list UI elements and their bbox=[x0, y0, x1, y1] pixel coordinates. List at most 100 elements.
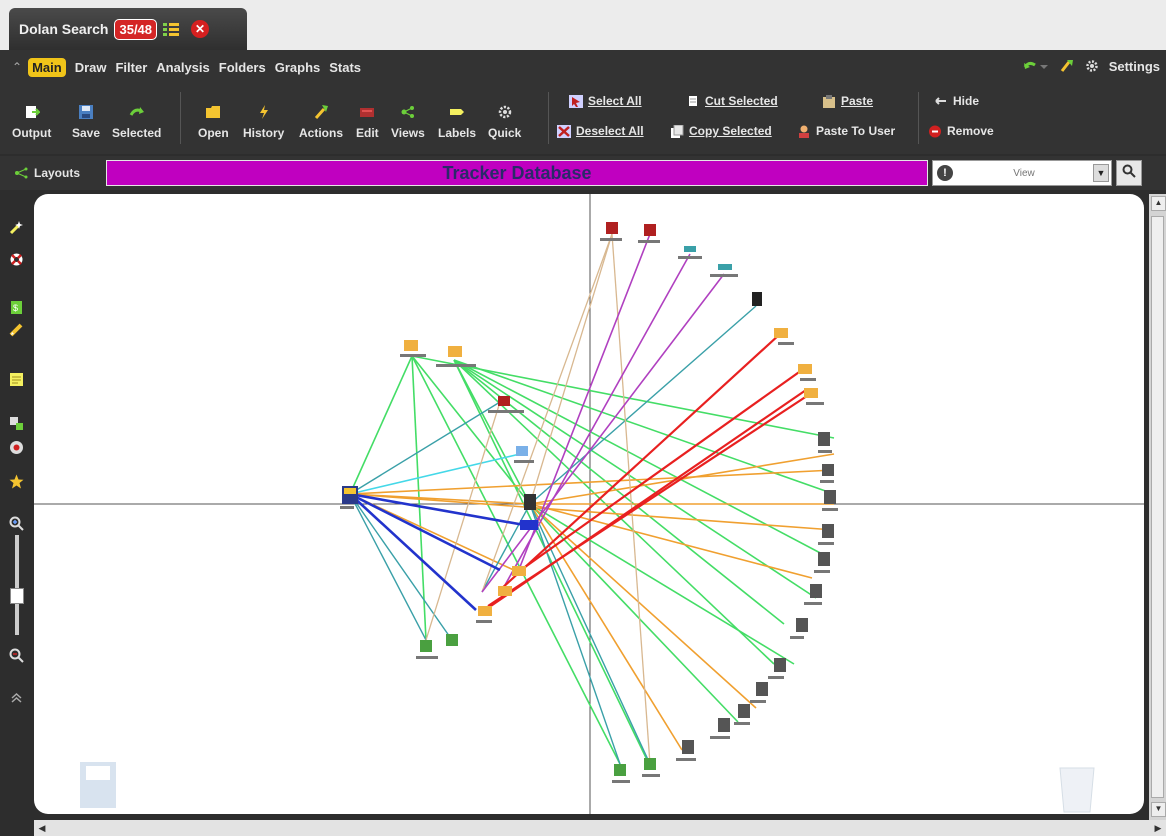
document-icon[interactable]: $ bbox=[9, 300, 24, 315]
scroll-up-icon[interactable]: ▲ bbox=[1151, 196, 1166, 211]
lifebuoy-icon[interactable] bbox=[9, 252, 24, 267]
svg-text:$: $ bbox=[13, 303, 18, 313]
account-node-icon[interactable] bbox=[614, 764, 626, 776]
menu-main[interactable]: Main bbox=[28, 57, 66, 77]
vehicle-node-icon[interactable] bbox=[684, 246, 696, 252]
save-label: Save bbox=[72, 126, 101, 140]
labels-label: Labels bbox=[438, 126, 477, 140]
zoom-slider-track[interactable] bbox=[15, 535, 19, 635]
menu-stats[interactable]: Stats bbox=[329, 60, 361, 75]
output-button[interactable]: Output bbox=[12, 104, 51, 140]
zoom-slider-handle[interactable] bbox=[10, 588, 24, 604]
double-chevron-up-icon[interactable] bbox=[9, 690, 24, 705]
menu-draw[interactable]: Draw bbox=[75, 60, 107, 75]
building-node-icon[interactable] bbox=[498, 396, 510, 406]
output-label: Output bbox=[12, 126, 52, 140]
pencil-icon[interactable] bbox=[9, 322, 24, 337]
link-graph[interactable] bbox=[34, 194, 1144, 814]
organisation-node-icon[interactable] bbox=[512, 566, 526, 576]
scroll-down-icon[interactable]: ▼ bbox=[1151, 802, 1166, 817]
person-nodes[interactable] bbox=[682, 432, 836, 754]
main-menu-bar: ⌃ Main Draw Filter Analysis Folders Grap… bbox=[0, 50, 1166, 84]
app-tab[interactable]: Dolan Search 35/48 ✕ bbox=[9, 8, 247, 50]
organisation-node-icon[interactable] bbox=[498, 586, 512, 596]
phone-node-icon[interactable] bbox=[752, 292, 762, 306]
hide-button[interactable]: Hide bbox=[934, 94, 979, 108]
star-icon[interactable] bbox=[9, 474, 24, 489]
redo-icon[interactable] bbox=[1059, 58, 1075, 74]
copy-selected-label: Copy Selected bbox=[689, 124, 772, 138]
email-node-icon[interactable] bbox=[516, 446, 528, 456]
organisation-node-icon[interactable] bbox=[404, 340, 418, 351]
menu-folders[interactable]: Folders bbox=[219, 60, 266, 75]
account-node-icon[interactable] bbox=[446, 634, 458, 646]
quick-button[interactable]: Quick bbox=[488, 104, 521, 140]
paste-button[interactable]: Paste bbox=[822, 94, 873, 108]
vertical-scrollbar[interactable]: ▲ ▼ bbox=[1149, 194, 1166, 820]
vertical-scroll-thumb[interactable] bbox=[1151, 216, 1164, 798]
save-icon bbox=[79, 105, 94, 119]
open-button[interactable]: Open bbox=[198, 104, 229, 140]
actions-button[interactable]: Actions bbox=[299, 104, 343, 140]
edit-button[interactable]: Edit bbox=[356, 104, 379, 140]
menu-filter[interactable]: Filter bbox=[115, 60, 147, 75]
scroll-left-icon[interactable]: ◀ bbox=[36, 822, 48, 834]
menu-analysis[interactable]: Analysis bbox=[156, 60, 209, 75]
select-all-icon bbox=[569, 94, 583, 108]
folder-node-icon[interactable] bbox=[520, 520, 538, 530]
list-icon[interactable] bbox=[163, 22, 180, 36]
copy-icon bbox=[671, 124, 684, 138]
history-button[interactable]: History bbox=[243, 104, 284, 140]
account-node-icon[interactable] bbox=[420, 640, 432, 652]
close-icon[interactable]: ✕ bbox=[191, 20, 210, 38]
settings-button[interactable]: Settings bbox=[1109, 59, 1160, 74]
paste-to-user-button[interactable]: Paste To User bbox=[797, 124, 895, 138]
collapse-icon[interactable]: ⌃ bbox=[12, 60, 22, 74]
view-selector[interactable]: ! ▼ bbox=[932, 160, 1112, 186]
graph-canvas[interactable] bbox=[34, 194, 1144, 814]
organisation-node-icon[interactable] bbox=[774, 328, 788, 338]
output-icon bbox=[25, 106, 40, 118]
menu-graphs[interactable]: Graphs bbox=[275, 60, 321, 75]
organisation-node-icon[interactable] bbox=[804, 388, 818, 398]
drop-save-icon[interactable] bbox=[80, 762, 116, 808]
undo-icon[interactable] bbox=[1023, 59, 1049, 73]
organisation-node-icon[interactable] bbox=[798, 364, 812, 374]
edit-icon bbox=[360, 108, 375, 117]
pin-icon[interactable] bbox=[9, 440, 24, 455]
trash-icon[interactable] bbox=[1059, 767, 1095, 813]
hide-label: Hide bbox=[953, 94, 980, 108]
views-button[interactable]: Views bbox=[391, 104, 425, 140]
chevron-down-icon[interactable]: ▼ bbox=[1093, 164, 1109, 182]
view-search-input[interactable] bbox=[957, 166, 1091, 180]
organisation-node-icon[interactable] bbox=[448, 346, 462, 357]
gear-icon[interactable] bbox=[1085, 59, 1099, 73]
resize-icon[interactable] bbox=[9, 416, 24, 431]
toolbar-divider bbox=[918, 92, 919, 144]
layouts-button[interactable]: Layouts bbox=[14, 166, 80, 180]
account-node-icon[interactable] bbox=[644, 758, 656, 770]
deselect-all-label: Deselect All bbox=[576, 124, 644, 138]
layouts-label: Layouts bbox=[34, 166, 81, 180]
remove-button[interactable]: Remove bbox=[928, 124, 994, 138]
document-node-icon[interactable] bbox=[524, 494, 536, 510]
copy-selected-button[interactable]: Copy Selected bbox=[670, 124, 772, 138]
cut-selected-button[interactable]: Cut Selected bbox=[686, 94, 778, 108]
organisation-node-icon[interactable] bbox=[478, 606, 492, 616]
cut-selected-label: Cut Selected bbox=[705, 94, 778, 108]
building-node-icon[interactable] bbox=[606, 222, 618, 234]
magic-wand-icon[interactable] bbox=[9, 220, 24, 235]
zoom-out-icon[interactable] bbox=[9, 648, 24, 663]
horizontal-scrollbar[interactable]: ◀ ▶ bbox=[34, 820, 1166, 836]
zoom-in-icon[interactable] bbox=[9, 516, 24, 531]
building-node-icon[interactable] bbox=[644, 224, 656, 236]
labels-button[interactable]: Labels bbox=[438, 104, 476, 140]
save-button[interactable]: Save bbox=[72, 104, 100, 140]
select-all-button[interactable]: Select All bbox=[569, 94, 642, 108]
deselect-all-button[interactable]: Deselect All bbox=[557, 124, 644, 138]
note-icon[interactable] bbox=[9, 372, 24, 387]
search-button[interactable] bbox=[1116, 160, 1142, 186]
selected-button[interactable]: Selected bbox=[112, 104, 161, 140]
vehicle-node-icon[interactable] bbox=[718, 264, 732, 270]
scroll-right-icon[interactable]: ▶ bbox=[1152, 822, 1164, 834]
